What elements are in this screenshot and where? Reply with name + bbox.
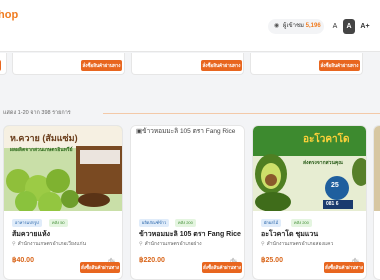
results-divider: [103, 113, 380, 114]
stock-badge: คลัง 200: [291, 219, 312, 227]
product-image[interactable]: ห.ควาย (สัมแซ่ม) ผลผลิตจากสวนเกษตรอินทรี…: [4, 126, 122, 211]
site-logo[interactable]: hop i: [0, 10, 18, 21]
order-button[interactable]: สั่งซื้อสินค้าผ่านทาง: [201, 60, 242, 71]
product-image[interactable]: [374, 126, 380, 211]
product-card-partial[interactable]: [373, 125, 380, 280]
order-button[interactable]: สั่งซื้อสินค้าผ่านทาง: [81, 60, 122, 71]
product-image[interactable]: อะโวคาโด ส่งตรงจากสวนคุณ 25 081 6: [253, 126, 366, 211]
product-name[interactable]: อะโวคาโด ชุมแวน: [261, 229, 318, 240]
image-caption-text: ส่งตรงจากสวนคุณ: [303, 160, 343, 166]
order-button[interactable]: สั่งซื้อสินค้าผ่านทาง: [319, 60, 360, 71]
location-pin-icon: ⚲: [139, 241, 143, 247]
order-button[interactable]: สั่งซื้อสินค้าผ่านทาง: [202, 262, 242, 273]
location-text: สำนักงานเกษตรอำเภอฝาง: [144, 241, 202, 247]
results-bar: แสดง 1-20 จาก 398 รายการ: [0, 108, 380, 118]
product-name[interactable]: ส้มควายแห้ง: [12, 229, 50, 240]
font-size-medium-button[interactable]: A: [343, 19, 355, 34]
broken-image-alt-text: ▣ข้าวหอมมะลิ 105 ตรา Fang Rice: [136, 128, 236, 135]
eye-icon: ◉: [274, 23, 280, 29]
image-price-text: 25: [331, 182, 339, 189]
location-text: สำนักงานเกษตรอำเภอเวียงแก่น: [17, 241, 86, 247]
location-pin-icon: ⚲: [261, 241, 265, 247]
image-phone-text: 081 6: [326, 201, 339, 207]
order-button[interactable]: สั่งซื้อสินค้าผ่านทาง: [80, 262, 120, 273]
category-badge: ผักผลไม้: [261, 219, 282, 227]
product-price: ฿25.00: [261, 257, 283, 264]
product-name[interactable]: ข้าวหอมมะลิ 105 ตรา Fang Rice: [139, 229, 241, 240]
stock-badge: คลัง 50: [49, 219, 68, 227]
image-title-text: ห.ควาย (สัมแซ่ม): [10, 133, 78, 143]
location-text: สำนักงานเกษตรอำเภอสองแคว: [266, 241, 334, 247]
image-title-text: อะโวคาโด: [303, 134, 350, 145]
previous-product-row: สั่งซื้อสินค้าผ่านทาง สั่งซื้อสินค้าผ่าน…: [0, 53, 380, 77]
product-location: ⚲ สำนักงานเกษตรอำเภอเวียงแก่น: [12, 240, 86, 248]
product-location: ⚲ สำนักงานเกษตรอำเภอสองแคว: [261, 240, 333, 248]
product-card-partial: [0, 53, 7, 75]
category-badge: ผลิตภัณฑ์ข้าว: [139, 219, 170, 227]
product-card-partial: สั่งซื้อสินค้าผ่านทาง: [131, 53, 244, 75]
product-card-partial: สั่งซื้อสินค้าผ่านทาง: [250, 53, 363, 75]
product-location: ⚲ สำนักงานเกษตรอำเภอฝาง: [139, 240, 202, 248]
category-badge: อาหารแปรรูป: [12, 219, 42, 227]
location-pin-icon: ⚲: [12, 241, 16, 247]
product-card[interactable]: ▣ข้าวหอมมะลิ 105 ตรา Fang Rice ผลิตภัณฑ์…: [130, 125, 245, 280]
product-card[interactable]: อะโวคาโด ส่งตรงจากสวนคุณ 25 081 6 ผักผลไ…: [252, 125, 367, 280]
visitor-count: 5,196: [305, 23, 321, 29]
font-size-large-button[interactable]: A+: [357, 19, 373, 34]
product-image[interactable]: ▣ข้าวหอมมะลิ 105 ตรา Fang Rice: [131, 126, 244, 211]
product-price: ฿220.00: [139, 257, 165, 264]
visitor-label: ผู้เข้าชม: [282, 23, 304, 29]
order-button[interactable]: สั่งซื้อสินค้าผ่านทาง: [324, 262, 364, 273]
order-button[interactable]: [0, 60, 1, 71]
product-card-partial: สั่งซื้อสินค้าผ่านทาง: [12, 53, 125, 75]
logo-text: hop: [0, 9, 19, 21]
visitor-counter: ◉ ผู้เข้าชม 5,196: [268, 19, 324, 34]
product-price: ฿40.00: [12, 257, 34, 264]
image-caption-text: ผลผลิตจากสวนเกษตรอินทรีย์: [10, 147, 73, 153]
stock-badge: คลัง 200: [175, 219, 196, 227]
font-size-small-button[interactable]: A: [329, 19, 341, 34]
site-header: hop i ◉ ผู้เข้าชม 5,196 A A A+: [0, 0, 380, 52]
product-card[interactable]: ห.ควาย (สัมแซ่ม) ผลผลิตจากสวนเกษตรอินทรี…: [3, 125, 123, 280]
results-count: แสดง 1-20 จาก 398 รายการ: [3, 110, 71, 116]
